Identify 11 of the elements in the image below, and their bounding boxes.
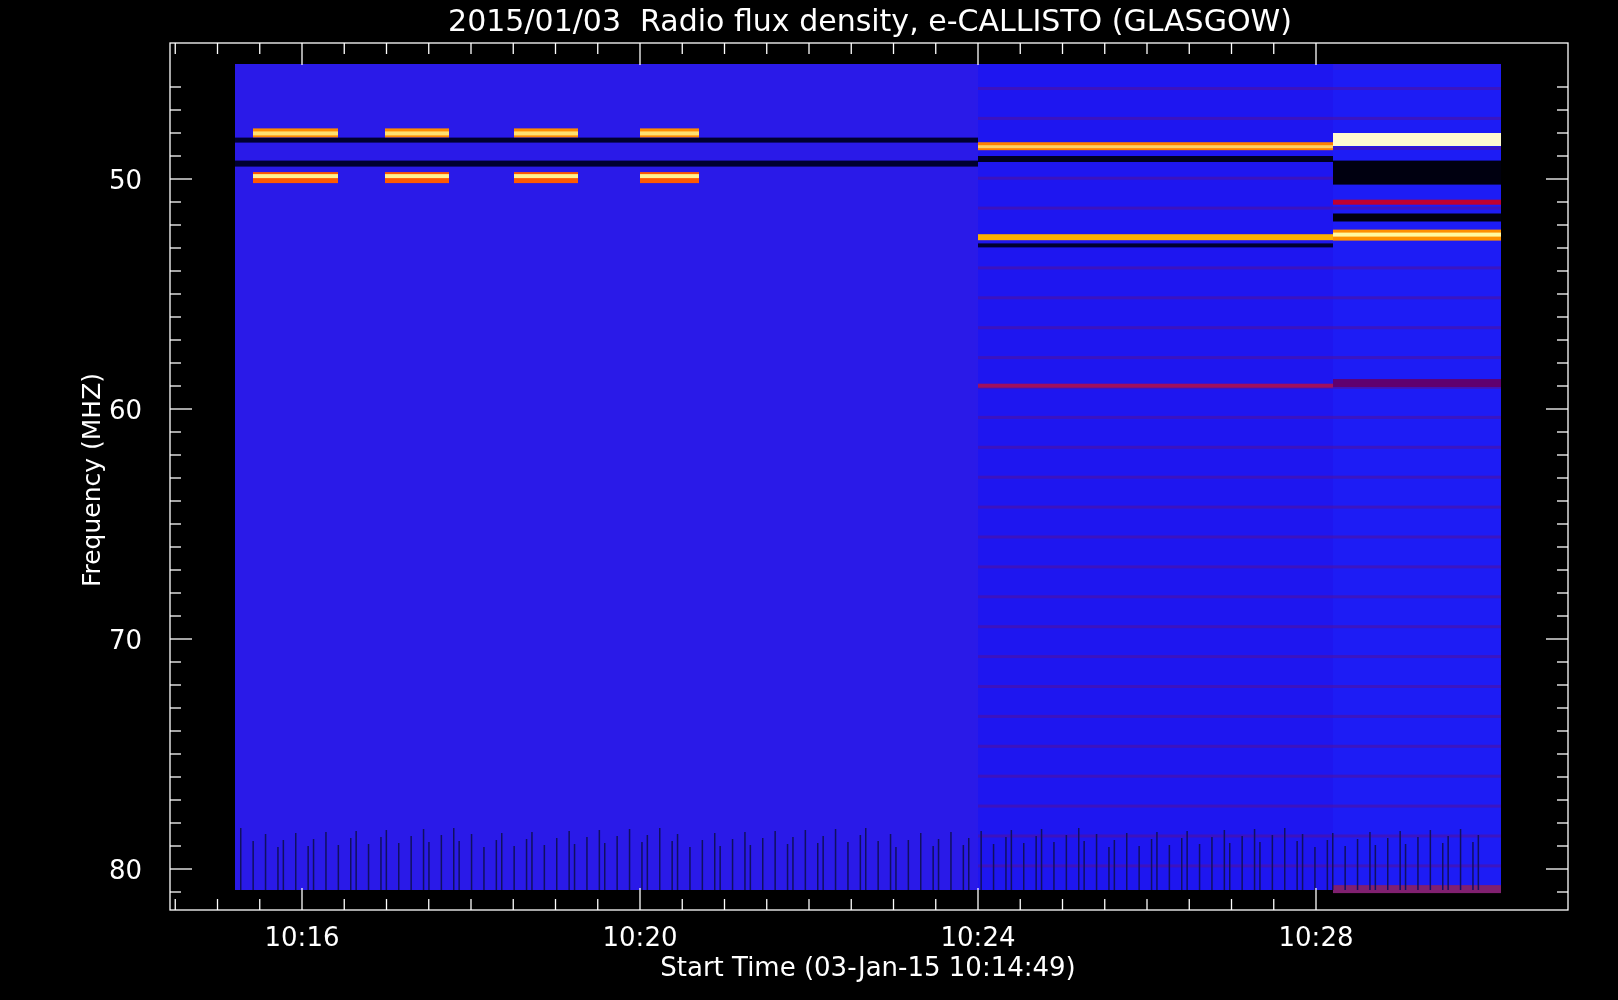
y-tick-label: 70 xyxy=(108,625,142,655)
x-axis-label: Start Time (03-Jan-15 10:14:49) xyxy=(660,952,1076,982)
y-axis-label: Frequency (MHZ) xyxy=(77,372,106,588)
plot-title: 2015/01/03 Radio flux density, e-CALLISTO (GLASGOW) xyxy=(448,3,1292,38)
x-tick-label: 10:28 xyxy=(1278,922,1354,952)
x-tick-label: 10:16 xyxy=(264,922,340,952)
y-tick-label: 50 xyxy=(108,165,142,195)
x-tick-label: 10:24 xyxy=(940,922,1016,952)
y-tick-label: 60 xyxy=(108,395,142,425)
x-tick-label: 10:20 xyxy=(602,922,678,952)
y-tick-label: 80 xyxy=(108,855,142,885)
